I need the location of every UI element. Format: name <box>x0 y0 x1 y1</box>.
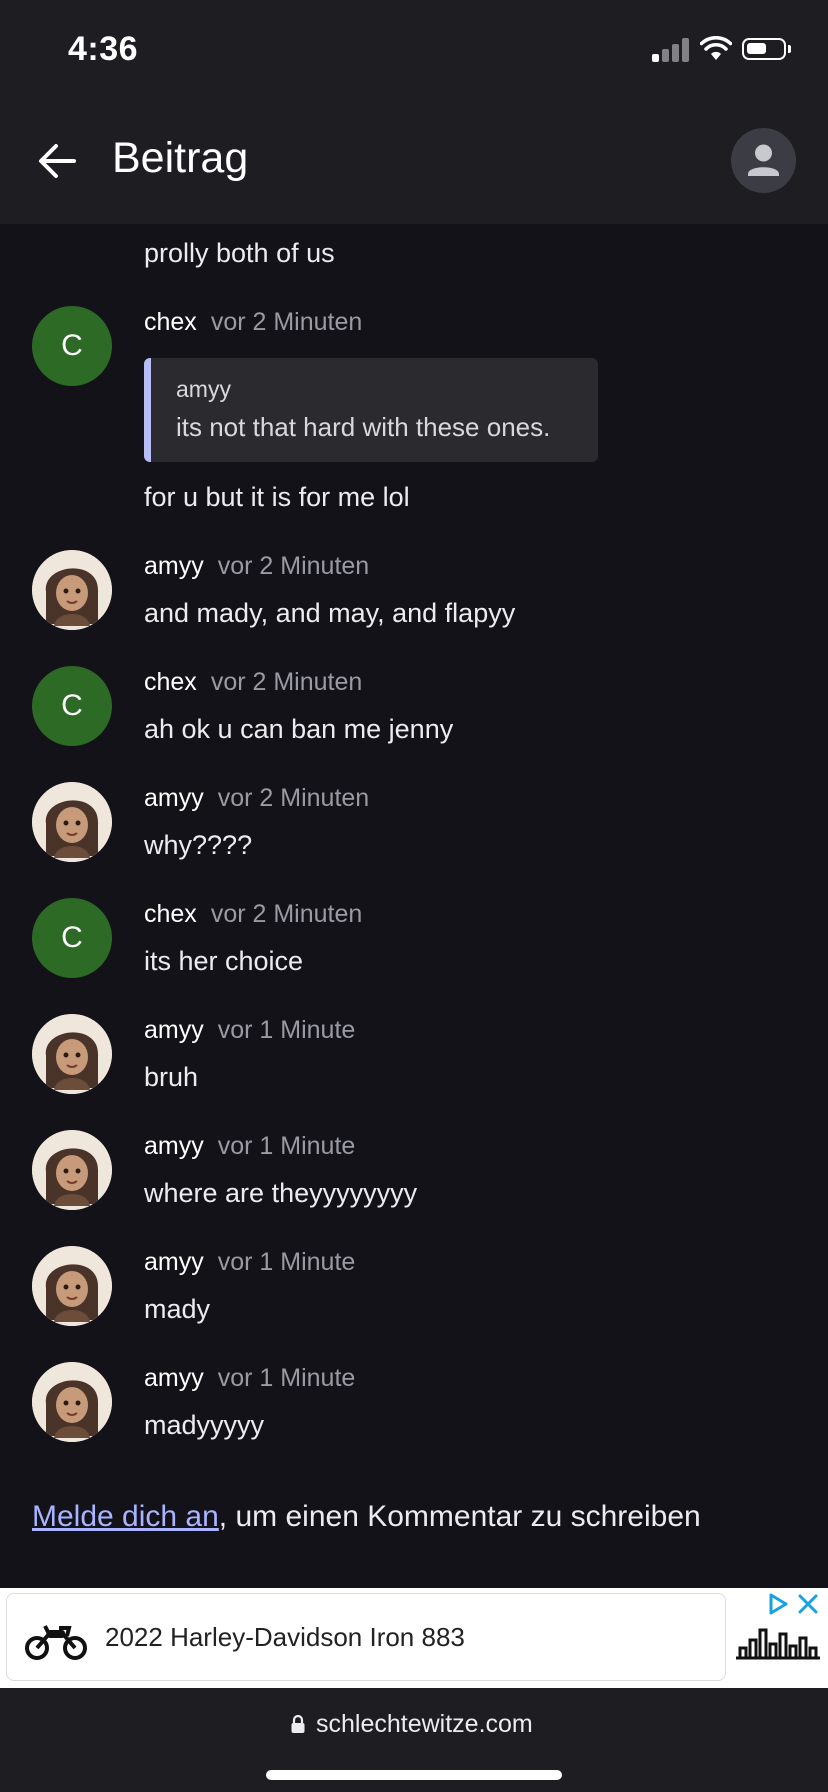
avatar[interactable]: C <box>32 898 112 978</box>
comment-time: vor 2 Minuten <box>217 552 370 580</box>
login-link[interactable]: Melde dich an <box>32 1500 219 1533</box>
home-indicator[interactable] <box>266 1770 562 1780</box>
comment-meta: amyy vor 1 Minute <box>144 1016 355 1045</box>
comment-text: bruh <box>144 1062 199 1092</box>
back-arrow-icon[interactable] <box>36 140 78 182</box>
comment-time: vor 1 Minute <box>217 1364 356 1392</box>
comment-meta: amyy vor 2 Minuten <box>144 784 369 813</box>
comment-author[interactable]: amyy <box>144 1132 204 1160</box>
avatar[interactable] <box>32 782 112 862</box>
login-prompt-text: , um einen Kommentar zu schreiben <box>218 1500 701 1533</box>
comment-meta: chex vor 2 Minuten <box>144 900 362 929</box>
comment-text: ah ok u can ban me jenny <box>144 714 454 744</box>
close-icon[interactable] <box>796 1592 820 1616</box>
avatar[interactable] <box>32 550 112 630</box>
comment-text: why???? <box>144 830 253 860</box>
user-icon <box>748 144 779 176</box>
comment-meta: amyy vor 1 Minute <box>144 1248 355 1277</box>
motorcycle-icon <box>25 1625 87 1660</box>
comment-meta: amyy vor 1 Minute <box>144 1364 355 1393</box>
comment-meta: amyy vor 2 Minuten <box>144 552 369 581</box>
comment-text: where are theyyyyyyyy <box>144 1178 418 1208</box>
lock-icon <box>291 1714 305 1733</box>
comment-time: vor 2 Minuten <box>210 900 363 928</box>
account-button[interactable] <box>731 128 796 193</box>
comment-author[interactable]: amyy <box>144 784 204 812</box>
comment-text: prolly both of us <box>144 238 335 268</box>
avatar[interactable] <box>32 1362 112 1442</box>
comment-time: vor 2 Minuten <box>217 784 370 812</box>
avatar[interactable] <box>32 1014 112 1094</box>
comment-text: its her choice <box>144 946 304 976</box>
skyline-logo-icon <box>736 1628 820 1660</box>
wifi-icon <box>700 36 732 60</box>
comment-text: mady <box>144 1294 211 1324</box>
ad-choices-icon[interactable] <box>766 1592 790 1616</box>
comment-author[interactable]: amyy <box>144 1016 204 1044</box>
comment-time: vor 1 Minute <box>217 1132 356 1160</box>
quoted-comment: amyy its not that hard with these ones. <box>144 358 598 462</box>
avatar[interactable] <box>32 1246 112 1326</box>
comment-text: and mady, and may, and flapyy <box>144 598 516 628</box>
avatar[interactable]: C <box>32 666 112 746</box>
comment-author[interactable]: chex <box>144 900 197 928</box>
avatar[interactable] <box>32 1130 112 1210</box>
ad-banner[interactable]: 2022 Harley-Davidson Iron 883 <box>0 1588 828 1688</box>
ad-card[interactable]: 2022 Harley-Davidson Iron 883 <box>6 1593 726 1681</box>
status-bar: 4:36 <box>0 0 828 100</box>
comment-time: vor 1 Minute <box>217 1248 356 1276</box>
comment-time: vor 2 Minuten <box>210 308 363 336</box>
comment-time: vor 1 Minute <box>217 1016 356 1044</box>
comment-author[interactable]: amyy <box>144 1248 204 1276</box>
url-display[interactable]: schlechtewitze.com <box>316 1710 533 1739</box>
login-prompt: Melde dich an, um einen Kommentar zu sch… <box>32 1500 701 1534</box>
quote-author: amyy <box>176 376 231 402</box>
comment-author[interactable]: chex <box>144 668 197 696</box>
comment-author[interactable]: amyy <box>144 552 204 580</box>
status-time: 4:36 <box>68 30 139 68</box>
ad-text: 2022 Harley-Davidson Iron 883 <box>105 1622 465 1652</box>
avatar[interactable]: C <box>32 306 112 386</box>
comment-text: for u but it is for me lol <box>144 482 410 512</box>
comment-meta: chex vor 2 Minuten <box>144 668 362 697</box>
app-header: Beitrag <box>0 100 828 224</box>
browser-bar: schlechtewitze.com <box>0 1688 828 1792</box>
quote-text: its not that hard with these ones. <box>176 412 551 442</box>
comment-author[interactable]: chex <box>144 308 197 336</box>
comment-time: vor 2 Minuten <box>210 668 363 696</box>
signal-icon <box>652 38 692 62</box>
page-title: Beitrag <box>112 134 249 182</box>
battery-icon <box>742 38 791 60</box>
comment-meta: amyy vor 1 Minute <box>144 1132 355 1161</box>
comment-meta: chex vor 2 Minuten <box>144 308 362 337</box>
comment-text: madyyyyy <box>144 1410 265 1440</box>
comment-author[interactable]: amyy <box>144 1364 204 1392</box>
